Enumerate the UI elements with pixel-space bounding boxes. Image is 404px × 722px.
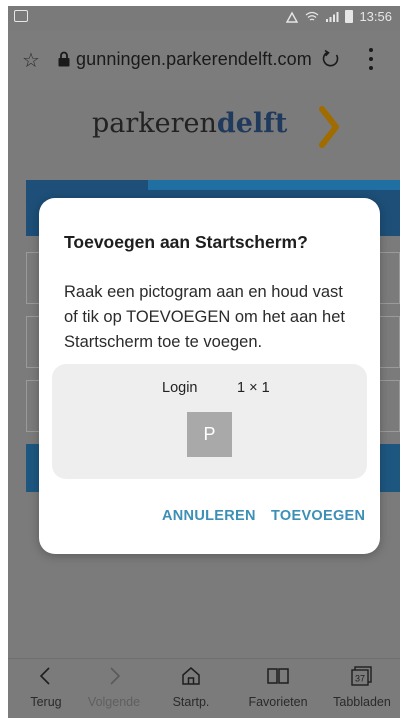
nav-forward[interactable]: Volgende bbox=[76, 659, 152, 718]
browser-bottom-nav: Terug Volgende Startp. Favorieten 37 Tab… bbox=[8, 658, 400, 718]
cancel-button[interactable]: ANNULEREN bbox=[162, 508, 256, 524]
browser-toolbar: ☆ gunningen.parkerendelft.com bbox=[8, 30, 400, 90]
wifi-icon bbox=[306, 11, 319, 21]
shortcut-preview: Login 1 × 1 P bbox=[52, 364, 367, 479]
nav-tabs-label: Tabbladen bbox=[333, 695, 391, 709]
gallery-notification-icon bbox=[14, 10, 28, 22]
dialog-message-line: Startscherm toe te voegen. bbox=[64, 333, 263, 351]
signal-icon bbox=[326, 11, 339, 22]
nav-back[interactable]: Terug bbox=[8, 659, 84, 718]
nav-home-label: Startp. bbox=[172, 695, 210, 709]
reload-icon[interactable] bbox=[321, 49, 341, 69]
device-screen: 13:56 ☆ gunningen.parkerendelft.com park… bbox=[8, 6, 400, 718]
lock-icon bbox=[58, 51, 70, 67]
tabs-count-badge: 37 bbox=[355, 674, 365, 684]
star-outline-icon[interactable]: ☆ bbox=[22, 48, 40, 73]
alarm-icon bbox=[286, 11, 299, 23]
tabs-icon: 37 bbox=[351, 666, 372, 686]
battery-icon bbox=[345, 10, 354, 23]
dialog-message-line: of tik op TOEVOEGEN om het aan het bbox=[64, 308, 345, 326]
bookmarks-icon bbox=[267, 668, 289, 684]
add-button[interactable]: TOEVOEGEN bbox=[271, 508, 365, 524]
back-icon bbox=[39, 667, 50, 685]
nav-tabs[interactable]: 37 Tabbladen bbox=[324, 659, 400, 718]
dialog-message: Raak een pictogram aan en houd vast of t… bbox=[64, 280, 364, 355]
url-field[interactable]: gunningen.parkerendelft.com bbox=[76, 49, 312, 70]
dialog-message-line: Raak een pictogram aan en houd vast bbox=[64, 283, 343, 301]
nav-home[interactable]: Startp. bbox=[153, 659, 229, 718]
shortcut-size: 1 × 1 bbox=[237, 380, 270, 396]
home-icon bbox=[182, 667, 200, 685]
status-indicators: 13:56 bbox=[285, 9, 392, 24]
status-time: 13:56 bbox=[359, 9, 392, 24]
nav-back-label: Terug bbox=[30, 695, 62, 709]
more-vertical-icon[interactable] bbox=[368, 48, 374, 70]
status-bar: 13:56 bbox=[8, 6, 400, 30]
forward-icon bbox=[110, 667, 121, 685]
dialog-title: Toevoegen aan Startscherm? bbox=[64, 232, 308, 252]
shortcut-icon-letter: P bbox=[203, 424, 216, 444]
shortcut-icon[interactable]: P bbox=[187, 412, 232, 457]
shortcut-name: Login bbox=[162, 380, 198, 396]
nav-bookmarks-label: Favorieten bbox=[248, 695, 308, 709]
add-to-homescreen-dialog: Toevoegen aan Startscherm? Raak een pict… bbox=[39, 198, 380, 554]
site-logo: parkerendelft bbox=[92, 108, 288, 139]
nav-forward-label: Volgende bbox=[87, 695, 141, 709]
logo-chevron-icon bbox=[319, 106, 339, 148]
nav-bookmarks[interactable]: Favorieten bbox=[240, 659, 316, 718]
